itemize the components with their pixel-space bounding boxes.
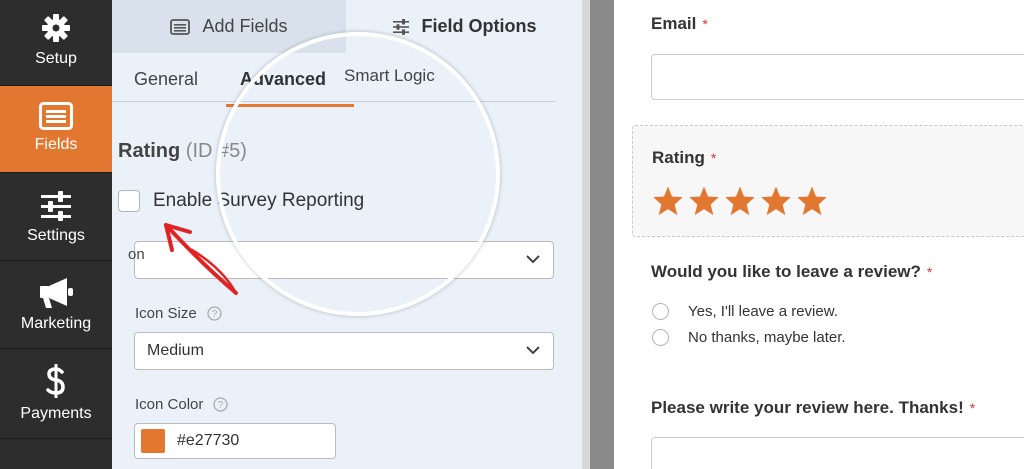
required-mark: * xyxy=(710,150,717,166)
field-id: (ID #5) xyxy=(185,140,247,162)
icon-color-label-row: Icon Color ? xyxy=(135,396,229,413)
sliders-icon xyxy=(392,18,409,35)
field-heading: Rating (ID #5) xyxy=(118,140,247,163)
svg-text:?: ? xyxy=(211,309,217,320)
star-icon[interactable] xyxy=(652,185,684,216)
gear-icon xyxy=(40,0,72,44)
radio-option[interactable]: No thanks, maybe later. xyxy=(652,329,846,346)
icon-size-select[interactable]: Medium xyxy=(134,332,554,370)
required-mark: * xyxy=(926,264,933,280)
rating-stars xyxy=(652,185,832,216)
panel-divider xyxy=(582,0,590,469)
panel-tabs: Add Fields Field Options xyxy=(112,0,582,53)
megaphone-icon xyxy=(38,261,74,309)
tab-label: Field Options xyxy=(421,16,537,36)
chevron-down-icon xyxy=(526,255,540,264)
tab-label: Add Fields xyxy=(202,16,288,36)
email-input[interactable] xyxy=(651,54,1024,100)
rating-field-label: Rating * xyxy=(652,148,716,168)
help-icon[interactable]: ? xyxy=(207,306,222,321)
radio-button[interactable] xyxy=(652,303,669,320)
radio-option[interactable]: Yes, I'll leave a review. xyxy=(652,303,838,320)
radio-option-label: Yes, I'll leave a review. xyxy=(688,303,838,320)
star-icon[interactable] xyxy=(796,185,828,216)
required-mark: * xyxy=(702,16,708,32)
builder-sidebar: Setup Fields Settings Marketing Payments xyxy=(0,0,112,469)
rating-label-text: Rating xyxy=(652,148,705,167)
sidebar-item-settings[interactable]: Settings xyxy=(0,173,112,261)
rating-field-preview[interactable]: Rating * xyxy=(632,125,1024,237)
chevron-down-icon xyxy=(526,346,540,355)
radio-button[interactable] xyxy=(652,329,669,346)
review-question-text: Would you like to leave a review? xyxy=(651,262,921,281)
field-name: Rating xyxy=(118,140,181,162)
write-review-text: Please write your review here. Thanks! xyxy=(651,398,964,417)
survey-reporting-checkbox[interactable] xyxy=(118,190,140,212)
survey-reporting-option: Enable Survey Reporting xyxy=(118,190,364,212)
email-field-label: Email * xyxy=(651,14,708,34)
icon-size-label: Icon Size xyxy=(135,305,197,322)
field-options-panel: Add Fields Field Options General Advance… xyxy=(112,0,582,469)
review-question-label: Would you like to leave a review? * xyxy=(651,262,932,282)
star-icon[interactable] xyxy=(724,185,756,216)
sidebar-item-label: Settings xyxy=(27,227,85,244)
icon-label-partial: on xyxy=(128,246,145,263)
svg-text:?: ? xyxy=(218,400,224,411)
tab-field-options[interactable]: Field Options xyxy=(346,0,582,53)
icon-size-value: Medium xyxy=(147,342,204,359)
review-textarea[interactable] xyxy=(651,437,1024,469)
sliders-icon xyxy=(40,173,72,221)
subtab-general[interactable]: General xyxy=(134,69,198,90)
preview-gutter xyxy=(590,0,614,469)
icon-color-input[interactable]: #e27730 xyxy=(134,423,336,459)
fields-list-icon xyxy=(39,86,73,130)
sidebar-item-setup[interactable]: Setup xyxy=(0,0,112,86)
sidebar-item-label: Setup xyxy=(35,50,77,67)
icon-color-label: Icon Color xyxy=(135,396,204,413)
write-review-label: Please write your review here. Thanks! * xyxy=(651,398,975,418)
radio-option-label: No thanks, maybe later. xyxy=(688,329,846,346)
sidebar-item-payments[interactable]: Payments xyxy=(0,349,112,439)
icon-size-label-row: Icon Size ? xyxy=(135,305,222,322)
sidebar-item-marketing[interactable]: Marketing xyxy=(0,261,112,349)
star-icon[interactable] xyxy=(760,185,792,216)
help-icon[interactable]: ? xyxy=(213,397,229,412)
sidebar-item-label: Fields xyxy=(34,136,78,153)
star-icon[interactable] xyxy=(688,185,720,216)
dollar-icon xyxy=(45,349,67,399)
sidebar-item-fields[interactable]: Fields xyxy=(0,86,112,173)
tab-add-fields[interactable]: Add Fields xyxy=(112,0,346,53)
color-swatch[interactable] xyxy=(141,429,165,453)
survey-reporting-label: Enable Survey Reporting xyxy=(153,190,365,211)
list-icon xyxy=(170,18,191,35)
icon-color-value: #e27730 xyxy=(177,432,240,449)
required-mark: * xyxy=(969,400,976,416)
sidebar-item-label: Payments xyxy=(20,405,92,422)
subtab-advanced[interactable]: Advanced xyxy=(240,69,326,90)
sidebar-item-label: Marketing xyxy=(20,315,92,332)
active-tab-indicator xyxy=(226,104,354,107)
options-subtabs: General Advanced Smart Logic xyxy=(112,53,556,102)
email-label-text: Email xyxy=(651,14,697,33)
subtab-smart-logic[interactable]: Smart Logic xyxy=(344,66,435,86)
icon-select[interactable] xyxy=(134,241,554,279)
form-preview: Email * Rating * Would you like to leave a… xyxy=(614,0,1024,469)
